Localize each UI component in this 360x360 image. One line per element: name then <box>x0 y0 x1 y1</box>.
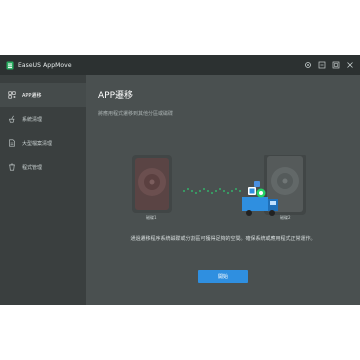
app-title: EaseUS AppMove <box>18 61 72 69</box>
page-subtitle: 將應用程式遷移到其他分區或磁碟 <box>98 111 174 117</box>
start-button[interactable]: 開始 <box>198 270 248 283</box>
sidebar-item-label: 程式管理 <box>22 164 43 171</box>
sidebar: APP遷移 系統清理 大型檔案清理 程式管理 <box>0 75 86 305</box>
sidebar-item-label: 大型檔案清理 <box>22 140 53 147</box>
source-drive-label: 磁碟1 <box>146 215 157 220</box>
sidebar-item-system-cleanup[interactable]: 系統清理 <box>0 107 86 131</box>
main-panel: APP遷移 將應用程式遷移到其他分區或磁碟 磁碟1 磁碟2 通過遷移程序系統磁碟… <box>86 75 360 305</box>
maximize-icon[interactable] <box>332 60 340 69</box>
app-transfer-icon <box>8 91 16 99</box>
sidebar-item-program-management[interactable]: 程式管理 <box>0 155 86 179</box>
file-cleanup-icon <box>8 139 16 147</box>
window-controls <box>304 60 354 69</box>
broom-icon <box>8 115 16 123</box>
close-icon[interactable] <box>346 60 354 69</box>
minimize-icon[interactable] <box>318 60 326 69</box>
source-drive-icon <box>132 155 172 213</box>
easeus-logo-icon <box>6 61 14 70</box>
settings-icon[interactable] <box>304 60 312 69</box>
app-window: EaseUS AppMove APP遷移 系統清理 大型檔案清理 程式管理 AP… <box>0 55 360 305</box>
title-bar: EaseUS AppMove <box>0 55 360 75</box>
transfer-wave-icon <box>183 188 241 194</box>
target-drive-label: 磁碟2 <box>280 215 291 220</box>
transfer-illustration: 磁碟1 磁碟2 <box>130 153 310 225</box>
sidebar-item-large-file-cleanup[interactable]: 大型檔案清理 <box>0 131 86 155</box>
trash-icon <box>8 163 16 171</box>
sidebar-item-label: APP遷移 <box>22 92 42 99</box>
page-title: APP遷移 <box>98 91 134 101</box>
description-text: 通過遷移程序系統磁碟或分割區可獲得足夠的空間。確保系統或應用程式正常運作。 <box>130 236 316 242</box>
sidebar-item-label: 系統清理 <box>22 116 43 123</box>
sidebar-item-app-transfer[interactable]: APP遷移 <box>0 83 86 107</box>
